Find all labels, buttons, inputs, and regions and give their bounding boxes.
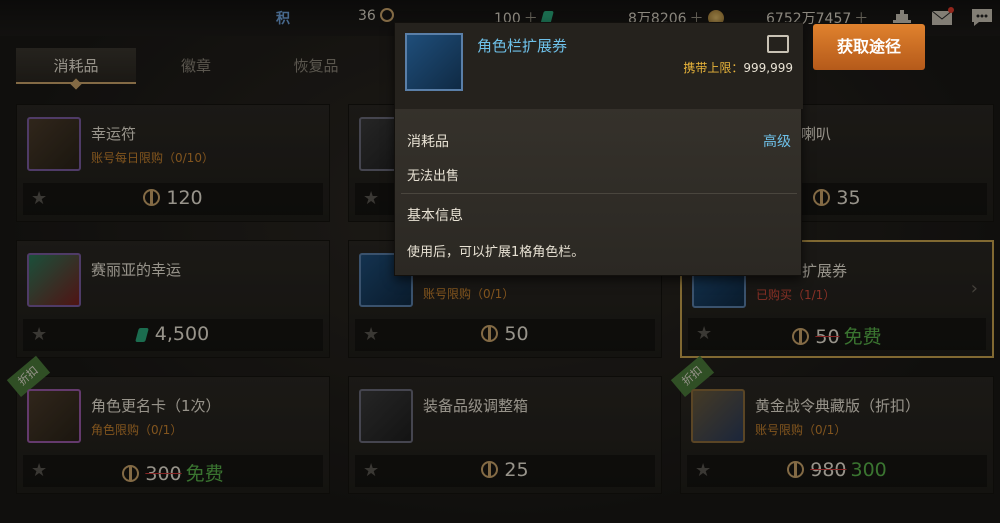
tooltip-title: 角色栏扩展券 <box>477 37 568 55</box>
item-category: 消耗品 <box>407 134 449 150</box>
item-description: 使用后，可以扩展1格角色栏。 <box>407 245 585 260</box>
divider <box>401 193 797 194</box>
get-method-button[interactable]: 获取途径 <box>813 24 925 70</box>
item-grade: 高级 <box>763 134 791 150</box>
share-icon[interactable] <box>767 35 789 53</box>
tooltip-header: 角色栏扩展券 携带上限：999,999 <box>395 23 803 109</box>
carry-limit: 携带上限：999,999 <box>683 61 793 75</box>
item-tooltip: 角色栏扩展券 携带上限：999,999 消耗品 高级 无法出售 基本信息 使用后… <box>394 22 803 276</box>
expansion-ticket-icon <box>405 33 463 91</box>
basic-info-heading: 基本信息 <box>407 208 463 224</box>
no-sell-label: 无法出售 <box>407 169 460 184</box>
